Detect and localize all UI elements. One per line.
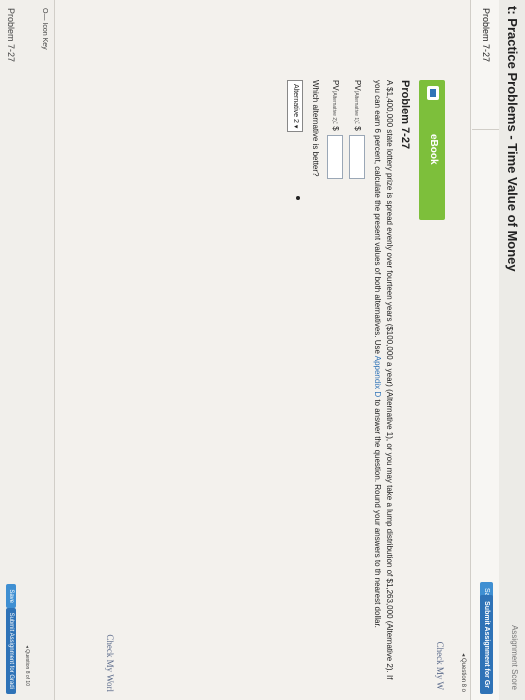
mouse-cursor (296, 196, 300, 200)
pv-alt2-row: PV(Alternative 2): $ (327, 80, 343, 680)
footer-submit-button[interactable]: Submit Assignment for Gradi (6, 607, 16, 694)
pv-label-suffix: : $ (331, 121, 341, 131)
tab-label: Problem 7-27 (481, 8, 491, 63)
pv-label-suffix: : $ (353, 121, 363, 131)
problem-text: A $1,400,000 state lottery prize is spre… (371, 80, 395, 680)
pv-label-sub: (Alternative 1) (353, 90, 360, 122)
book-icon (427, 86, 439, 100)
question-nav[interactable]: ◂ Question 8 o (460, 653, 467, 692)
pv-label-prefix: PV (331, 80, 341, 91)
pv-alt1-input[interactable] (349, 134, 365, 179)
pv-alt1-label: PV(Alternative 1): $ (351, 80, 364, 131)
pv-label-sub: (Alternative 2) (331, 90, 338, 122)
problem-text-part: to answer the question. Round your answe… (373, 397, 382, 628)
pv-alt2-label: PV(Alternative 2): $ (329, 80, 342, 131)
page-title: t: Practice Problems - Time Value of Mon… (505, 6, 520, 272)
problem-heading: Problem 7-27 (399, 80, 411, 150)
ebook-button[interactable]: eBook (419, 80, 445, 220)
pv-alt2-input[interactable] (327, 134, 343, 179)
pv-label-prefix: PV (353, 80, 363, 91)
alternative-select[interactable]: Alternative 2 ▾ (287, 80, 303, 133)
footer-bar: O— Icon Key Problem 7-27 ◂ Question 8 of… (0, 0, 55, 700)
footer-question-nav[interactable]: ◂ Question 8 of 10 (24, 645, 30, 686)
ebook-label: eBook (428, 134, 439, 165)
title-bar: t: Practice Problems - Time Value of Mon… (498, 0, 525, 700)
icon-key[interactable]: O— Icon Key (41, 8, 48, 50)
check-my-work-button-bottom[interactable]: Check My Worl (105, 634, 115, 692)
tab-bar: Problem 7-27 Save Submit Assignment for … (470, 0, 499, 700)
appendix-link[interactable]: Appendix D (373, 356, 382, 397)
footer-save-button[interactable]: Save (6, 584, 16, 608)
submit-assignment-button[interactable]: Submit Assignment for Gr (480, 595, 493, 694)
tab-problem-7-27[interactable]: Problem 7-27 (472, 0, 499, 130)
check-my-work-button[interactable]: Check My W (435, 642, 445, 690)
problem-content: Problem 7-27 A $1,400,000 state lottery … (287, 80, 411, 680)
footer-problem-label: Problem 7-27 (6, 8, 16, 63)
which-alternative-question: Which alternative is better? (311, 80, 320, 177)
pv-alt1-row: PV(Alternative 1): $ (349, 80, 365, 680)
screen: t: Practice Problems - Time Value of Mon… (0, 0, 525, 700)
assignment-score: Assignment Score (510, 625, 519, 690)
